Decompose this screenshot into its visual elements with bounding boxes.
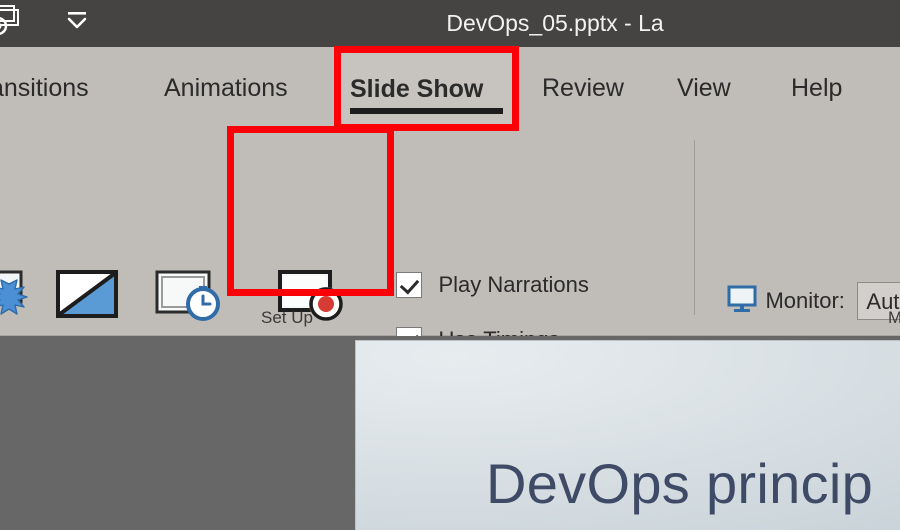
play-narrations-checkbox[interactable]: Play Narrations <box>396 272 589 302</box>
tab-label: Help <box>791 74 843 102</box>
tab-label: Review <box>542 74 624 102</box>
tab-animations[interactable]: Animations <box>150 47 302 130</box>
tab-slide-show[interactable]: Slide Show <box>335 47 518 130</box>
tab-transitions[interactable]: ansitions <box>0 47 103 130</box>
tab-label: ansitions <box>0 74 89 102</box>
checkbox-checked-icon[interactable] <box>396 272 422 298</box>
window-title: DevOps_05.pptx - La <box>446 10 664 36</box>
group-separator <box>694 140 695 315</box>
monitor-icon <box>727 285 757 318</box>
tab-view[interactable]: View <box>663 47 745 130</box>
tab-label: View <box>677 74 731 102</box>
slide-title-text[interactable]: DevOps princip <box>486 451 873 516</box>
slide-workspace: DevOps princip <box>0 336 900 530</box>
monitor-selector-row: Monitor: Aut <box>727 282 900 320</box>
title-bar: DevOps_05.pptx - La <box>0 0 900 47</box>
active-tab-underline <box>350 108 503 114</box>
ribbon-tab-strip: ansitions Animations Slide Show Review V… <box>0 47 900 130</box>
checkbox-label: Play Narrations <box>438 272 589 297</box>
tab-review[interactable]: Review <box>528 47 638 130</box>
tab-help[interactable]: Help <box>777 47 856 130</box>
powerpoint-window: DevOps_05.pptx - La ansitions Animations… <box>0 0 900 530</box>
monitor-label: Monitor: <box>765 288 845 313</box>
slide-canvas[interactable]: DevOps princip <box>355 340 900 530</box>
group-label-set-up: Set Up <box>261 308 313 327</box>
group-label-monitors: M <box>888 308 900 327</box>
tab-label: Slide Show <box>350 75 484 103</box>
rehearse-timings-icon <box>133 268 243 336</box>
hide-slide-icon <box>44 268 130 336</box>
ribbon: p how Hide Slide <box>0 130 900 409</box>
tab-label: Animations <box>164 74 288 102</box>
